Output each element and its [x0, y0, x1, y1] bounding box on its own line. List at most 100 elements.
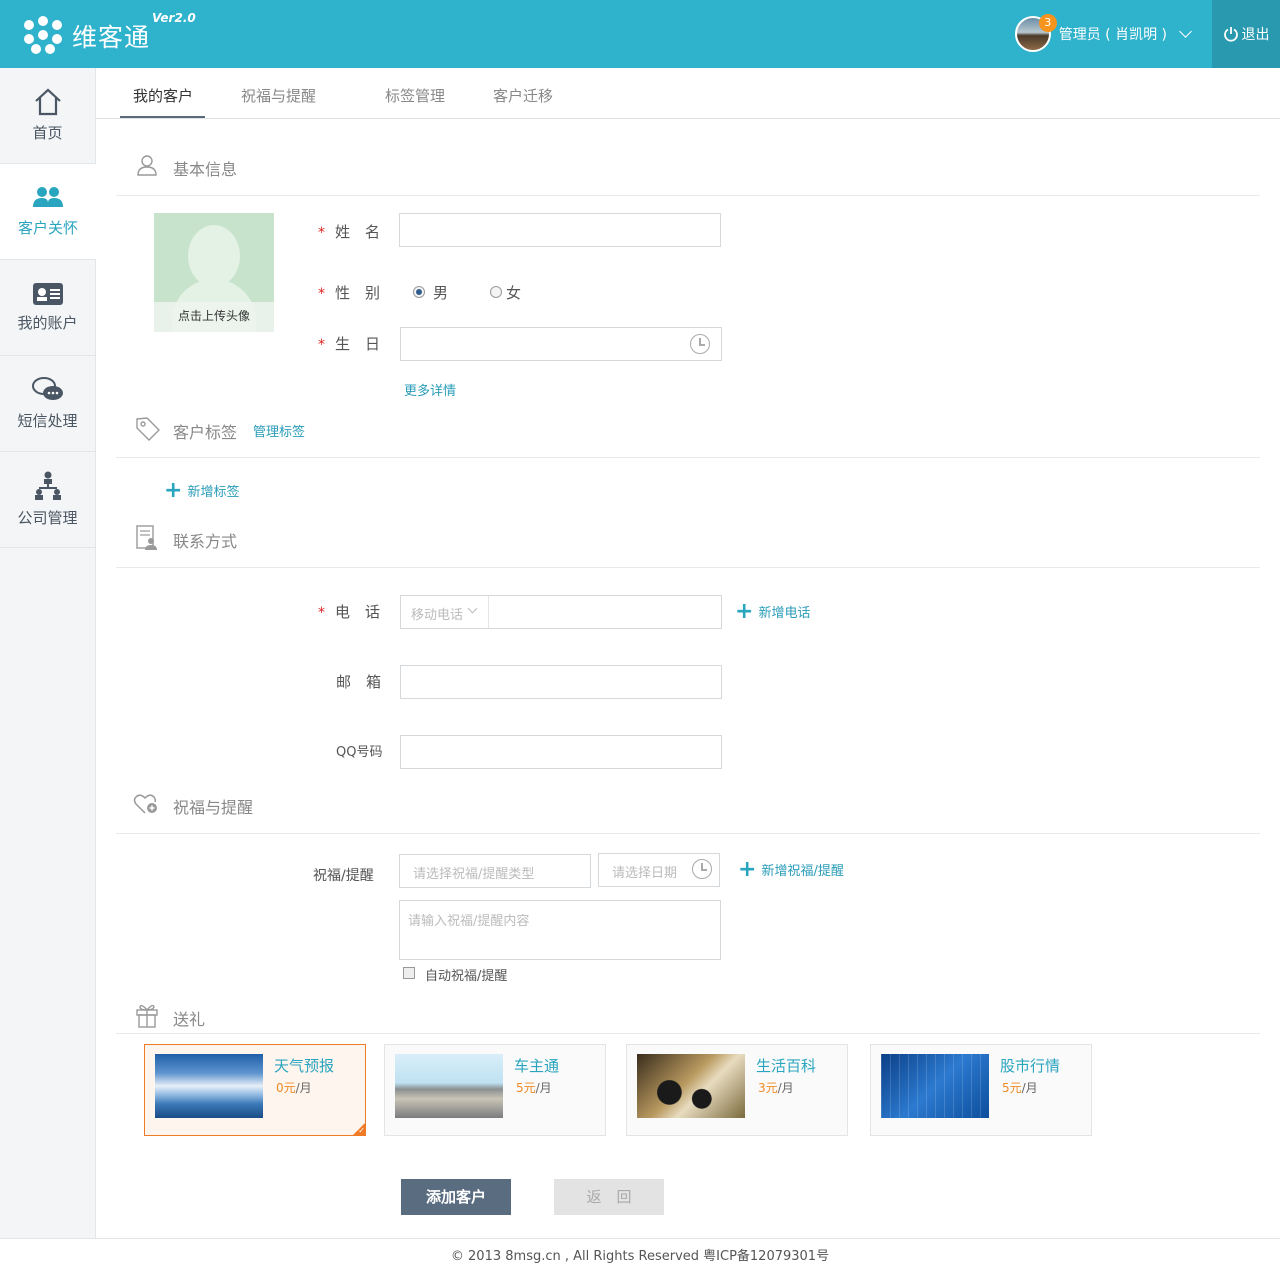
sidebar-item-label: 客户关怀	[17, 219, 78, 237]
sidebar-item-label: 公司管理	[17, 509, 78, 527]
tab-greetings[interactable]: 祝福与提醒	[241, 85, 316, 106]
user-menu[interactable]: 3 管理员 ( 肖凯明 )	[1014, 14, 1192, 54]
chevron-down-icon[interactable]	[1179, 25, 1192, 38]
sidebar-item-label: 首页	[32, 124, 63, 142]
sidebar-item-company[interactable]: 公司管理	[0, 452, 95, 548]
tab-customer-migration[interactable]: 客户迁移	[493, 85, 553, 106]
logout-button[interactable]: 退出	[1212, 0, 1280, 68]
qq-label: QQ号码	[336, 745, 383, 760]
auto-greeting-checkbox[interactable]	[403, 967, 415, 979]
sidebar-item-customer-care[interactable]: 客户关怀	[0, 164, 96, 260]
section-title-greeting: 祝福与提醒	[173, 798, 254, 817]
avatar[interactable]: 3	[1014, 14, 1057, 52]
section-divider	[116, 567, 1260, 568]
contact-card-icon	[136, 525, 157, 550]
gift-name: 生活百科	[756, 1057, 817, 1075]
gender-female-radio[interactable]	[490, 286, 502, 298]
gift-price: 5元/月	[1002, 1081, 1038, 1095]
greeting-content-textarea[interactable]: 请输入祝福/提醒内容	[399, 900, 721, 960]
sidebar-item-account[interactable]: 我的账户	[0, 260, 95, 356]
add-greeting-button[interactable]: + 新增祝福/提醒	[738, 858, 844, 880]
section-title-contact: 联系方式	[173, 532, 238, 551]
logo-icon[interactable]	[24, 16, 62, 54]
footer: © 2013 8msg.cn , All Rights Reserved 粤IC…	[0, 1238, 1280, 1280]
power-icon	[1223, 27, 1238, 42]
version-label: Ver2.0	[152, 11, 196, 25]
gift-price: 0元/月	[276, 1081, 312, 1095]
section-title-tags: 客户标签	[173, 423, 238, 442]
clock-icon[interactable]	[690, 334, 710, 354]
sidebar-item-sms[interactable]: 短信处理	[0, 356, 95, 452]
add-phone-button[interactable]: + 新增电话	[735, 598, 810, 624]
gift-image-stocks	[881, 1054, 989, 1118]
add-tag-label: 新增标签	[187, 485, 240, 500]
upload-caption: 点击上传头像	[154, 302, 274, 332]
tab-my-customers[interactable]: 我的客户	[133, 85, 193, 106]
back-button[interactable]: 返 回	[554, 1179, 664, 1215]
phone-type-value: 移动电话	[411, 608, 464, 623]
phone-input[interactable]: 移动电话	[400, 595, 722, 629]
gift-card-weather[interactable]: 天气预报 0元/月	[144, 1044, 366, 1136]
gender-label: * 性 别	[318, 284, 381, 302]
phone-label: * 电 话	[318, 603, 381, 621]
clock-icon[interactable]	[692, 859, 712, 879]
chevron-down-icon	[467, 603, 478, 614]
section-divider	[116, 1033, 1260, 1034]
gift-card-life-wiki[interactable]: 生活百科 3元/月	[626, 1044, 848, 1136]
gender-male-label: 男	[433, 284, 449, 302]
greeting-date-input[interactable]: 请选择日期	[598, 853, 720, 887]
active-tab-indicator	[120, 116, 205, 118]
plus-icon: +	[735, 598, 754, 624]
top-header: 维客通 Ver2.0 3 管理员 ( 肖凯明 ) 退出	[0, 0, 1280, 68]
brand-name: 维客通	[72, 23, 151, 52]
customers-icon	[33, 187, 63, 207]
sidebar-item-home[interactable]: 首页	[0, 68, 95, 164]
gift-image-car	[395, 1054, 503, 1118]
section-divider	[116, 833, 1260, 834]
user-name[interactable]: 管理员 ( 肖凯明 )	[1059, 24, 1167, 44]
greeting-date-placeholder: 请选择日期	[612, 866, 678, 881]
section-title-basic: 基本信息	[173, 160, 238, 179]
avatar-placeholder-head	[188, 225, 240, 287]
add-greeting-label: 新增祝福/提醒	[761, 864, 844, 879]
gender-female-label: 女	[506, 284, 522, 302]
sidebar-item-label: 我的账户	[17, 314, 78, 332]
gender-male-radio[interactable]	[413, 286, 425, 298]
auto-greeting-label: 自动祝福/提醒	[425, 969, 508, 984]
greeting-type-input[interactable]: 请选择祝福/提醒类型	[399, 854, 591, 888]
add-customer-button[interactable]: 添加客户	[401, 1179, 511, 1215]
account-card-icon	[32, 283, 63, 305]
greeting-label: 祝福/提醒	[313, 868, 374, 884]
phone-type-select[interactable]: 移动电话	[401, 596, 489, 628]
gift-card-car-owner[interactable]: 车主通 5元/月	[384, 1044, 606, 1136]
name-input[interactable]	[399, 213, 721, 247]
birthday-input[interactable]	[400, 327, 722, 361]
sidebar-item-label: 短信处理	[17, 412, 78, 430]
gift-name: 股市行情	[1000, 1057, 1061, 1075]
selected-check-icon	[353, 1123, 365, 1135]
gift-name: 车主通	[514, 1057, 560, 1075]
section-divider	[116, 457, 1260, 458]
more-details-link[interactable]: 更多详情	[404, 380, 456, 399]
section-title-gifts: 送礼	[173, 1010, 206, 1029]
tab-tag-management[interactable]: 标签管理	[385, 85, 445, 106]
gift-card-stocks[interactable]: 股市行情 5元/月	[870, 1044, 1092, 1136]
sidebar: 首页 客户关怀 我的账户 短信处理 公司管理	[0, 68, 96, 1238]
manage-tags-link[interactable]: 管理标签	[253, 421, 305, 440]
avatar-upload[interactable]: 点击上传头像	[154, 213, 274, 332]
gift-image-weather	[155, 1054, 263, 1118]
gift-price: 3元/月	[758, 1081, 794, 1095]
email-input[interactable]	[400, 665, 722, 699]
tag-icon	[136, 417, 160, 441]
greeting-type-placeholder: 请选择祝福/提醒类型	[413, 867, 535, 882]
notification-badge: 3	[1038, 14, 1057, 32]
name-label: * 姓 名	[318, 223, 381, 241]
birthday-label: * 生 日	[318, 335, 381, 353]
email-label: 邮 箱	[336, 673, 382, 691]
tab-bar: 我的客户 祝福与提醒 标签管理 客户迁移	[96, 68, 1280, 119]
add-tag-button[interactable]: + 新增标签	[164, 479, 240, 501]
gift-price: 5元/月	[516, 1081, 552, 1095]
qq-input[interactable]	[400, 735, 722, 769]
chat-icon	[31, 377, 63, 400]
org-chart-icon	[34, 471, 61, 500]
